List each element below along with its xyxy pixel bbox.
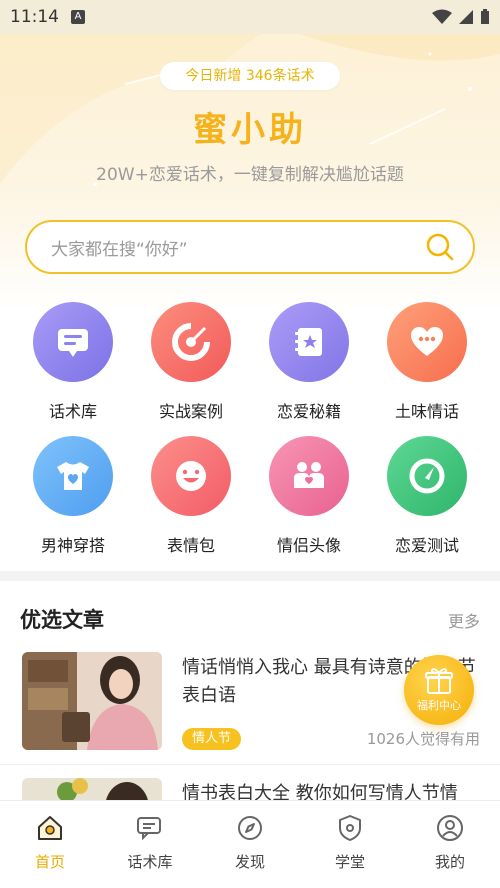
feature-label: 话术库 [48,402,97,421]
message-icon [33,302,113,382]
feature-grid: 话术库 实战案例 恋爱秘籍 土味情话 男神穿搭 表情包 情侣头像 恋爱测试 [0,298,500,560]
status-bar: 11:14 A [0,0,500,34]
smile-icon [151,436,231,516]
target-icon [151,302,231,382]
tab-xuetang[interactable]: 学堂 [300,801,400,888]
tab-label: 话术库 [127,853,173,871]
heart-chat-icon [387,302,467,382]
daily-new-pill: 今日新增 346条话术 [160,62,340,90]
tab-faxian[interactable]: 发现 [200,801,300,888]
feature-nanshen-chuanda[interactable]: 男神穿搭 [14,436,132,560]
feature-label: 表情包 [166,536,215,555]
tab-wode[interactable]: 我的 [400,801,500,888]
chat-icon [137,817,161,841]
feature-qinglv-touxiang[interactable]: 情侣头像 [250,436,368,560]
welfare-center-button[interactable]: 福利中心 [404,655,474,725]
feature-lianai-ceshi[interactable]: 恋爱测试 [368,436,486,560]
signal-icon [459,10,473,24]
feature-label: 恋爱测试 [394,536,459,555]
bottom-tab-bar: 首页 话术库 发现 学堂 我的 [0,800,500,888]
feature-biaoqingbao[interactable]: 表情包 [132,436,250,560]
app-tagline: 20W+恋爱话术，一键复制解决尴尬话题 [96,165,404,185]
user-icon [437,815,463,841]
shield-icon [339,815,361,841]
status-icons [432,9,490,25]
welfare-label: 福利中心 [417,699,461,712]
tab-huashuku[interactable]: 话术库 [100,801,200,888]
tab-home[interactable]: 首页 [0,801,100,888]
more-link[interactable]: 更多 [448,608,480,632]
tab-label: 我的 [434,853,465,871]
feature-label: 情侣头像 [276,536,341,555]
search-icon[interactable] [425,232,455,262]
feature-lianai-miji[interactable]: 恋爱秘籍 [250,302,368,426]
couple-icon [269,436,349,516]
section-title: 优选文章 [20,608,104,632]
feature-label: 土味情话 [394,402,459,421]
article-tag: 情人节 [182,728,242,750]
feature-shizhan-anli[interactable]: 实战案例 [132,302,250,426]
compass-icon [238,816,262,840]
feature-tuwei-qinghua[interactable]: 土味情话 [368,302,486,426]
gift-icon [425,668,453,694]
wifi-icon [432,9,452,24]
tab-label: 首页 [34,853,65,871]
search-bar[interactable]: 大家都在搜“你好” [25,220,475,274]
article-thumbnail [22,652,162,750]
gauge-icon [387,436,467,516]
article-separator [0,764,500,765]
article-likes: 1026人觉得有用 [366,730,480,748]
book-star-icon [269,302,349,382]
tab-label: 学堂 [334,853,365,871]
tab-label: 发现 [234,853,265,871]
tshirt-icon [33,436,113,516]
notification-icon: A [71,10,85,24]
section-divider [0,571,500,581]
feature-huashu-ku[interactable]: 话术库 [14,302,132,426]
feature-label: 恋爱秘籍 [276,402,341,421]
home-icon [38,816,62,840]
app-brand-title: 蜜小助 [193,110,307,150]
battery-icon [481,9,489,24]
feature-label: 实战案例 [158,402,223,421]
feature-label: 男神穿搭 [40,536,105,555]
status-time: 11:14 [10,7,59,27]
search-placeholder[interactable]: 大家都在搜“你好” [51,235,425,260]
